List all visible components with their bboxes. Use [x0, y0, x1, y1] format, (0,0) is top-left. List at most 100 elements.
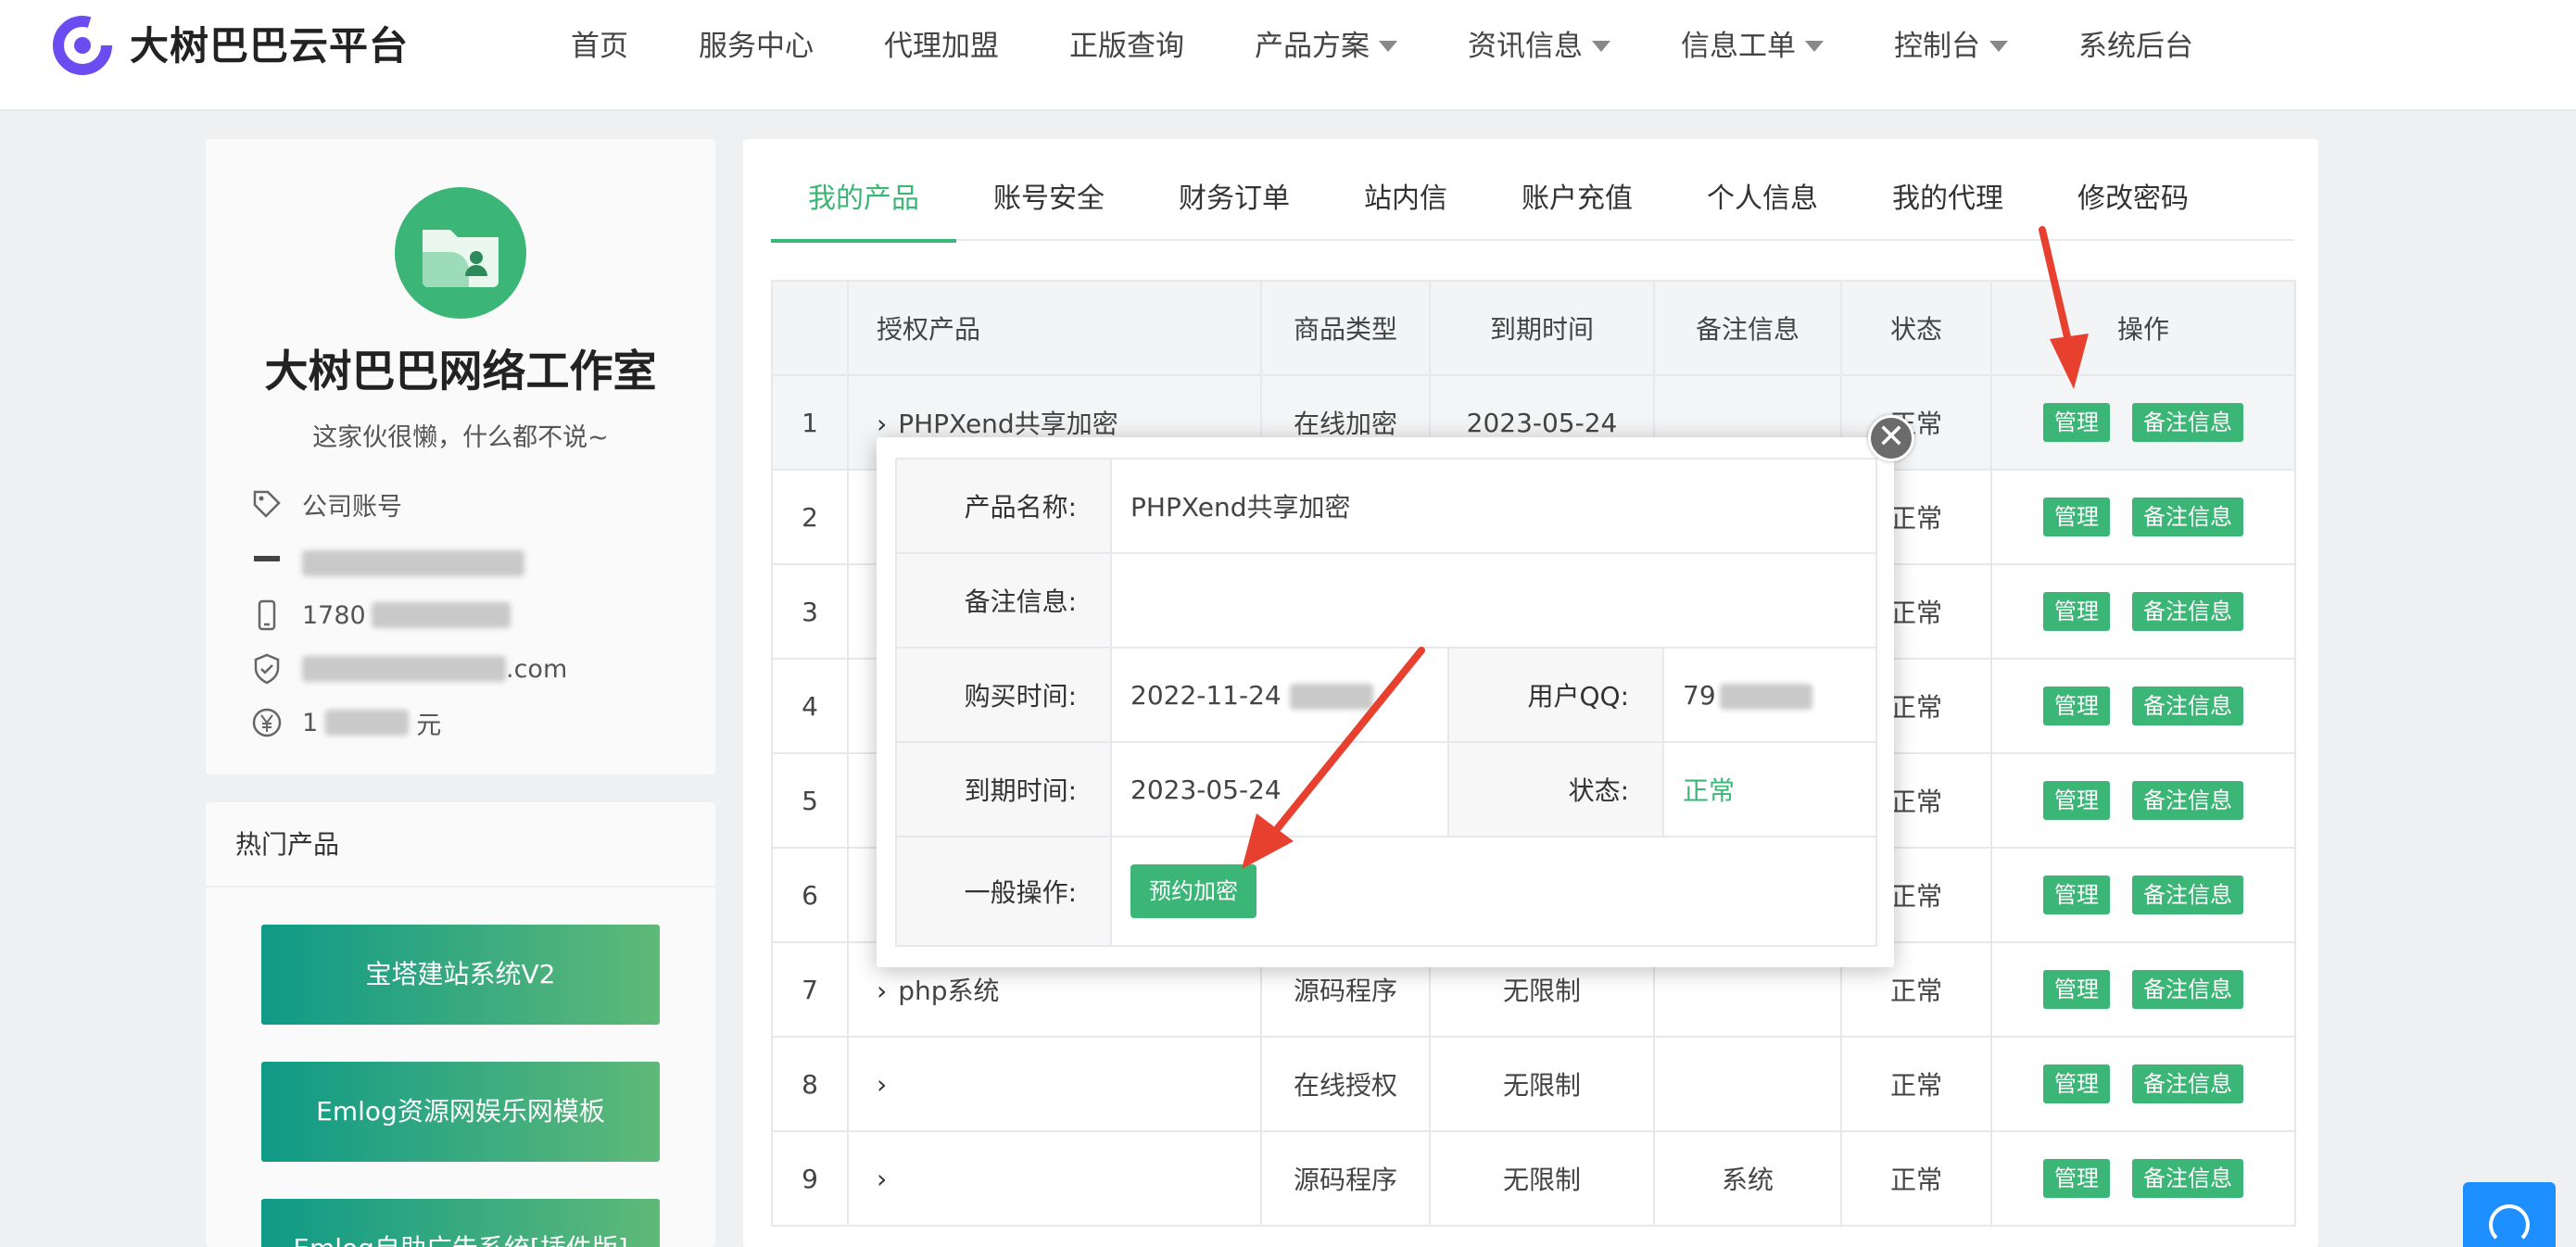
row-product[interactable]: ›: [847, 1036, 1262, 1132]
manage-button[interactable]: 管理: [2043, 781, 2110, 820]
row-status: 正常: [1840, 1036, 1992, 1132]
tab-my-products[interactable]: 我的产品: [771, 167, 956, 243]
note-info-button[interactable]: 备注信息: [2132, 875, 2243, 914]
note-info-button[interactable]: 备注信息: [2132, 781, 2243, 820]
col-status: 状态: [1840, 280, 1992, 376]
row-index: 7: [771, 941, 849, 1038]
phone-icon: [258, 599, 276, 631]
hot-product-2[interactable]: Emlog资源网娱乐网模板: [261, 1062, 660, 1162]
nav-home[interactable]: 首页: [547, 0, 652, 93]
brand-logo-icon[interactable]: [52, 15, 113, 76]
row-index: 1: [771, 374, 849, 471]
table-row: 9 › 源码程序 无限制 系统 正常 管理 备注信息: [771, 1130, 2296, 1227]
note-info-button[interactable]: 备注信息: [2132, 686, 2243, 725]
tag-icon: [253, 490, 281, 518]
row-index: 3: [771, 563, 849, 660]
manage-button[interactable]: 管理: [2043, 1159, 2110, 1198]
nav-genuine-query[interactable]: 正版查询: [1045, 0, 1208, 93]
nav-news[interactable]: 资讯信息: [1444, 0, 1635, 93]
profile-card: 大树巴巴网络工作室 这家伙很懒，什么都不说~ 公司账号 1780 .com 1 …: [206, 139, 715, 775]
tab-account-security[interactable]: 账号安全: [956, 167, 1142, 241]
hot-product-3[interactable]: Emlog自助广告系统[插件版]: [261, 1199, 660, 1247]
tab-personal-info[interactable]: 个人信息: [1670, 167, 1855, 241]
nav-service-center[interactable]: 服务中心: [675, 0, 838, 93]
note-info-button[interactable]: 备注信息: [2132, 1064, 2243, 1103]
customer-service-button[interactable]: [2463, 1182, 2556, 1247]
manage-button[interactable]: 管理: [2043, 970, 2110, 1009]
note-info-button[interactable]: 备注信息: [2132, 970, 2243, 1009]
note-info-button[interactable]: 备注信息: [2132, 592, 2243, 631]
phone-row: 1780: [250, 597, 511, 634]
row-actions: 管理 备注信息: [1990, 752, 2296, 849]
main-nav: 首页 服务中心 代理加盟 正版查询 产品方案 资讯信息 信息工单 控制台 系统后…: [547, 0, 2240, 93]
manage-button[interactable]: 管理: [2043, 686, 2110, 725]
redacted-text: [302, 550, 524, 576]
note-info-button[interactable]: 备注信息: [2132, 403, 2243, 442]
tab-change-password[interactable]: 修改密码: [2040, 167, 2226, 241]
row-actions: 管理 备注信息: [1990, 941, 2296, 1038]
operation-cell: 预约加密: [1110, 836, 1877, 947]
yuan-icon: [252, 708, 282, 737]
row-index: 4: [771, 658, 849, 754]
schedule-encrypt-button[interactable]: 预约加密: [1130, 864, 1256, 918]
email-row: .com: [250, 650, 567, 687]
manage-button[interactable]: 管理: [2043, 403, 2110, 442]
product-detail-table: 产品名称: PHPXend共享加密 备注信息: 购买时间: 2022-11-24…: [895, 458, 1877, 947]
nav-agent-join[interactable]: 代理加盟: [860, 0, 1023, 93]
product-name-label: 产品名称:: [895, 458, 1112, 554]
balance-row: 1 元: [250, 704, 441, 741]
tab-finance-orders[interactable]: 财务订单: [1142, 167, 1327, 241]
manage-button[interactable]: 管理: [2043, 592, 2110, 631]
row-index: 2: [771, 469, 849, 565]
manage-button[interactable]: 管理: [2043, 875, 2110, 914]
buy-time-value: 2022-11-24: [1110, 647, 1449, 743]
manage-button[interactable]: 管理: [2043, 498, 2110, 536]
hot-product-1[interactable]: 宝塔建站系统V2: [261, 925, 660, 1025]
balance-unit: 元: [416, 711, 442, 740]
row-actions: 管理 备注信息: [1990, 563, 2296, 660]
row-expire: 无限制: [1429, 1036, 1655, 1132]
buy-time-label: 购买时间:: [895, 647, 1112, 743]
col-type: 商品类型: [1260, 280, 1431, 376]
user-qq-label: 用户QQ:: [1447, 647, 1664, 743]
caret-down-icon: [1989, 41, 2008, 52]
row-index: 8: [771, 1036, 849, 1132]
nav-admin[interactable]: 系统后台: [2054, 0, 2217, 93]
row-index: 5: [771, 752, 849, 849]
tab-messages[interactable]: 站内信: [1327, 167, 1484, 241]
brand-name[interactable]: 大树巴巴云平台: [130, 17, 409, 76]
note-info-button[interactable]: 备注信息: [2132, 1159, 2243, 1198]
expire-time-label: 到期时间:: [895, 741, 1112, 838]
modal-close-button[interactable]: ✕: [1868, 415, 1914, 461]
account-type: 公司账号: [302, 492, 402, 522]
row-type: 在线授权: [1260, 1036, 1431, 1132]
status-value: 正常: [1662, 741, 1877, 838]
manage-button[interactable]: 管理: [2043, 1064, 2110, 1103]
shield-check-icon: [254, 653, 280, 685]
col-actions: 操作: [1990, 280, 2296, 376]
row-actions: 管理 备注信息: [1990, 1130, 2296, 1227]
nav-console[interactable]: 控制台: [1870, 0, 2032, 93]
row-actions: 管理 备注信息: [1990, 1036, 2296, 1132]
tab-my-agents[interactable]: 我的代理: [1855, 167, 2040, 241]
profile-motto: 这家伙很懒，什么都不说~: [312, 423, 609, 452]
phone-number: 1780: [302, 600, 366, 630]
product-name-value: PHPXend共享加密: [1110, 458, 1877, 554]
col-index: [771, 280, 849, 376]
user-qq-value: 79: [1662, 647, 1877, 743]
nav-tickets[interactable]: 信息工单: [1657, 0, 1848, 93]
row-product[interactable]: ›: [847, 1130, 1262, 1227]
row-note: [1653, 1036, 1842, 1132]
company-name: 大树巴巴网络工作室: [264, 346, 657, 397]
row-actions: 管理 备注信息: [1990, 374, 2296, 471]
product-detail-modal: 产品名称: PHPXend共享加密 备注信息: 购买时间: 2022-11-24…: [877, 437, 1894, 967]
redacted-text: [325, 710, 410, 736]
nav-products[interactable]: 产品方案: [1231, 0, 1421, 93]
row-expire: 无限制: [1429, 1130, 1655, 1227]
note-info-button[interactable]: 备注信息: [2132, 498, 2243, 536]
note-value: [1110, 552, 1877, 649]
tab-recharge[interactable]: 账户充值: [1484, 167, 1670, 241]
caret-down-icon: [1379, 41, 1397, 52]
hot-products-title: 热门产品: [206, 802, 715, 888]
status-label: 状态:: [1447, 741, 1664, 838]
